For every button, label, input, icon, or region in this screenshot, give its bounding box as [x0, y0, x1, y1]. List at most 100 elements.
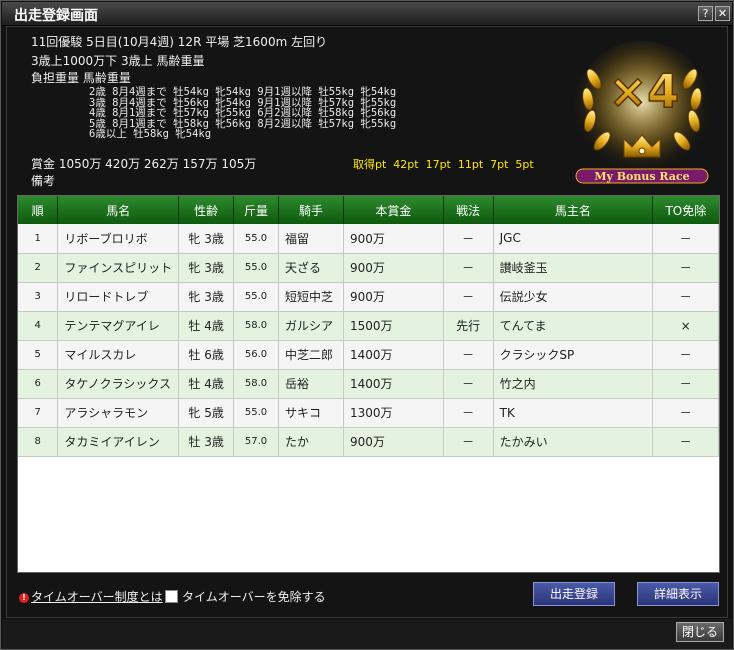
horse-name-cell: テンテマグアイレ — [57, 311, 180, 341]
window-close-button[interactable]: ✕ — [715, 6, 730, 21]
horse-name-cell: ファインスピリット — [57, 253, 180, 283]
entry-table-container: 順 馬名 性齢 斤量 騎手 本賞金 戦法 馬主名 TO免除 1 リボーブロリボ — [17, 195, 720, 573]
to-exempt-cell: － — [652, 253, 719, 283]
time-over-exempt-checkbox[interactable] — [165, 590, 178, 603]
table-row[interactable]: 2 ファインスピリット 牝 3歳 55.0 天ざる 900万 － 讃岐釜玉 － — [18, 253, 719, 283]
col-header-weight: 斤量 — [233, 196, 280, 224]
order-cell: 4 — [18, 311, 59, 341]
col-header-tactic: 戦法 — [443, 196, 494, 224]
to-exempt-cell: × — [652, 311, 719, 341]
window-footer — [2, 619, 732, 649]
weight-cell: 55.0 — [233, 282, 280, 312]
owner-cell: たかみい — [493, 427, 654, 457]
weight-condition-line: 2歳 8月4週まで 牡54kg 牝54kg 9月1週以降 牡55kg 牝54kg — [89, 86, 397, 98]
prize-cell: 900万 — [343, 224, 444, 254]
register-entry-button[interactable]: 出走登録 — [533, 582, 615, 606]
jockey-cell: たか — [278, 427, 344, 457]
sex-age-cell: 牡 6歳 — [178, 340, 235, 370]
weight-cell: 55.0 — [233, 253, 280, 283]
main-panel: 11回優駿 5日目(10月4週) 12R 平場 芝1600m 左回り 3歳上10… — [6, 26, 728, 618]
owner-cell: 讃岐釜玉 — [493, 253, 654, 283]
horse-name-cell: タケノクラシックス — [57, 369, 180, 399]
owner-cell: 伝説少女 — [493, 282, 654, 312]
time-over-exempt-row[interactable]: タイムオーバーを免除する — [165, 588, 326, 605]
to-exempt-cell: － — [652, 427, 719, 457]
title-bar: 出走登録画面 ? ✕ — [2, 2, 732, 26]
window-title: 出走登録画面 — [14, 8, 98, 24]
prize-cell: 1400万 — [343, 340, 444, 370]
tactic-cell: － — [443, 253, 494, 283]
sex-age-cell: 牡 3歳 — [178, 427, 235, 457]
horse-name-cell: アラシャラモン — [57, 398, 180, 428]
prize-money: 賞金 1050万 420万 262万 157万 105万 — [31, 157, 257, 171]
col-header-to-exempt: TO免除 — [652, 196, 719, 224]
horse-name-cell: マイルスカレ — [57, 340, 180, 370]
weight-condition-line: 6歳以上 牡58kg 牝54kg — [89, 128, 212, 141]
table-row[interactable]: 7 アラシャラモン 牝 5歳 55.0 サキコ 1300万 － TK － — [18, 398, 719, 428]
horse-name-cell: タカミイアイレン — [57, 427, 180, 457]
order-cell: 2 — [18, 253, 59, 283]
sex-age-cell: 牝 3歳 — [178, 282, 235, 312]
weight-conditions: 2歳 8月4週まで 牡54kg 牝54kg 9月1週以降 牡55kg 牝54kg… — [89, 87, 396, 140]
remarks-label: 備考 — [31, 174, 56, 188]
sex-age-cell: 牡 4歳 — [178, 311, 235, 341]
bonus-race-badge: ×4 My Bonus Race — [574, 41, 710, 184]
jockey-cell: 福留 — [278, 224, 344, 254]
col-header-sex-age: 性齢 — [178, 196, 235, 224]
owner-cell: クラシックSP — [493, 340, 654, 370]
tactic-cell: 先行 — [443, 311, 494, 341]
prize-cell: 900万 — [343, 253, 444, 283]
table-row[interactable]: 6 タケノクラシックス 牡 4歳 58.0 岳裕 1400万 － 竹之内 － — [18, 369, 719, 399]
prize-cell: 1500万 — [343, 311, 444, 341]
weight-cell: 57.0 — [233, 427, 280, 457]
table-row[interactable]: 1 リボーブロリボ 牝 3歳 55.0 福留 900万 － JGC － — [18, 224, 719, 254]
sex-age-cell: 牡 4歳 — [178, 369, 235, 399]
jockey-cell: ガルシア — [278, 311, 344, 341]
help-button[interactable]: ? — [698, 6, 713, 21]
close-button[interactable]: 閉じる — [676, 622, 724, 642]
tactic-cell: － — [443, 427, 494, 457]
owner-cell: てんてま — [493, 311, 654, 341]
table-row[interactable]: 3 リロードトレブ 牝 3歳 55.0 短短中芝 900万 － 伝説少女 － — [18, 282, 719, 312]
race-header: 11回優駿 5日目(10月4週) 12R 平場 芝1600m 左回り — [31, 35, 328, 49]
time-over-exempt-label: タイムオーバーを免除する — [182, 590, 326, 604]
entry-registration-window: 出走登録画面 ? ✕ 11回優駿 5日目(10月4週) 12R 平場 芝1600… — [0, 0, 734, 650]
to-exempt-cell: － — [652, 282, 719, 312]
jockey-cell: 天ざる — [278, 253, 344, 283]
show-details-button[interactable]: 詳細表示 — [637, 582, 719, 606]
weight-cell: 58.0 — [233, 369, 280, 399]
table-row[interactable]: 5 マイルスカレ 牡 6歳 56.0 中芝二郎 1400万 － クラシックSP … — [18, 340, 719, 370]
order-cell: 6 — [18, 369, 59, 399]
to-exempt-cell: － — [652, 224, 719, 254]
weight-cell: 55.0 — [233, 398, 280, 428]
tactic-cell: － — [443, 369, 494, 399]
owner-cell: TK — [493, 398, 654, 428]
prize-cell: 900万 — [343, 427, 444, 457]
weight-cell: 56.0 — [233, 340, 280, 370]
col-header-horse-name: 馬名 — [57, 196, 180, 224]
horse-name-cell: リボーブロリボ — [57, 224, 180, 254]
prize-cell: 900万 — [343, 282, 444, 312]
tactic-cell: － — [443, 398, 494, 428]
time-over-link-label: タイムオーバー制度とは — [31, 590, 163, 604]
col-header-owner: 馬主名 — [493, 196, 654, 224]
bonus-multiplier: ×4 — [609, 64, 680, 118]
weight-cell: 55.0 — [233, 224, 280, 254]
weight-cell: 58.0 — [233, 311, 280, 341]
jockey-cell: 岳裕 — [278, 369, 344, 399]
tactic-cell: － — [443, 224, 494, 254]
jockey-cell: 短短中芝 — [278, 282, 344, 312]
bonus-race-caption: My Bonus Race — [594, 170, 689, 183]
jockey-cell: 中芝二郎 — [278, 340, 344, 370]
to-exempt-cell: － — [652, 398, 719, 428]
table-row[interactable]: 4 テンテマグアイレ 牡 4歳 58.0 ガルシア 1500万 先行 てんてま … — [18, 311, 719, 341]
tactic-cell: － — [443, 340, 494, 370]
table-row[interactable]: 8 タカミイアイレン 牡 3歳 57.0 たか 900万 － たかみい － — [18, 427, 719, 457]
sex-age-cell: 牝 3歳 — [178, 224, 235, 254]
prize-cell: 1400万 — [343, 369, 444, 399]
order-cell: 7 — [18, 398, 59, 428]
to-exempt-cell: － — [652, 340, 719, 370]
time-over-info-link[interactable]: ! タイムオーバー制度とは — [19, 588, 163, 605]
entry-table: 順 馬名 性齢 斤量 騎手 本賞金 戦法 馬主名 TO免除 1 リボーブロリボ — [18, 196, 719, 457]
jockey-cell: サキコ — [278, 398, 344, 428]
